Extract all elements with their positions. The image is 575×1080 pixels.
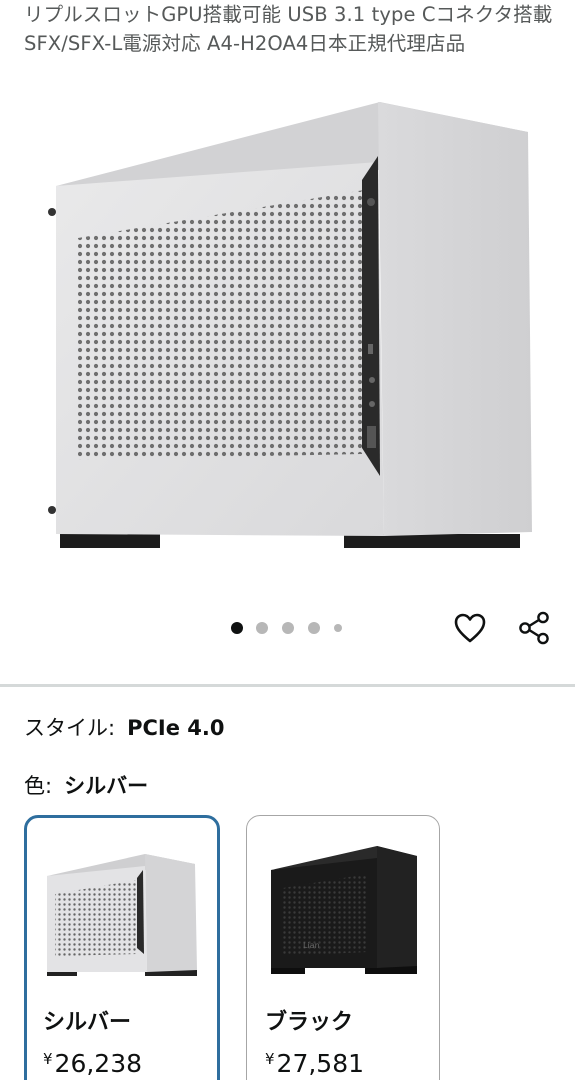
color-value: シルバー	[64, 774, 149, 798]
style-label: スタイル:	[24, 716, 116, 740]
share-button[interactable]	[514, 608, 554, 648]
color-option-price: ¥27,581	[265, 1044, 364, 1079]
currency-symbol: ¥	[43, 1050, 53, 1068]
pagination-dot[interactable]	[308, 622, 320, 634]
favorite-button[interactable]	[450, 608, 490, 648]
price-value: 27,581	[276, 1049, 365, 1078]
pagination-dot-active[interactable]	[231, 622, 243, 634]
pagination-dot[interactable]	[282, 622, 294, 634]
silver-case-thumbnail	[47, 854, 197, 976]
pagination-dot[interactable]	[334, 624, 342, 632]
pagination-dot[interactable]	[256, 622, 268, 634]
color-option-name: ブラック	[265, 1010, 354, 1035]
style-selector: スタイル: PCIe 4.0	[24, 713, 224, 743]
color-label: 色:	[24, 774, 53, 798]
svg-text:Lian: Lian	[303, 941, 320, 950]
color-option-silver[interactable]: シルバー ¥26,238	[24, 815, 220, 1080]
share-icon	[519, 611, 549, 645]
currency-symbol: ¥	[265, 1050, 275, 1068]
black-case-thumbnail: Lian	[271, 846, 417, 974]
color-selector: 色: シルバー	[24, 771, 148, 801]
heart-icon	[454, 613, 486, 643]
color-option-name: シルバー	[43, 1010, 132, 1035]
product-image[interactable]	[28, 98, 552, 560]
price-value: 26,238	[54, 1049, 143, 1078]
color-option-black[interactable]: Lian ブラック ¥27,581	[246, 815, 440, 1080]
style-value: PCIe 4.0	[127, 716, 225, 740]
color-option-price: ¥26,238	[43, 1044, 142, 1079]
section-divider	[0, 684, 575, 687]
product-title: リプルスロットGPU搭載可能 USB 3.1 type Cコネクタ搭載 SFX/…	[24, 3, 553, 55]
